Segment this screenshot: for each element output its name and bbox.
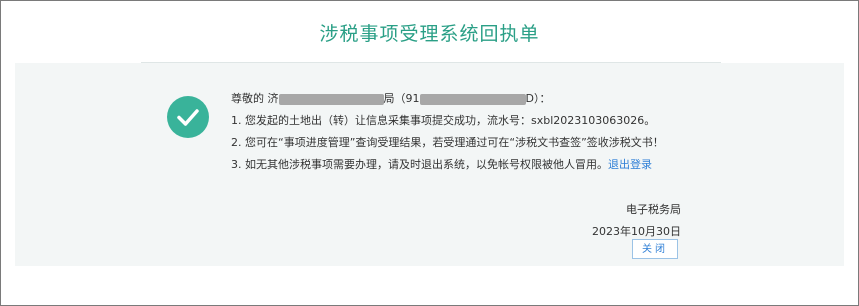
close-button[interactable]: 关闭: [632, 239, 678, 259]
redacted-code: [419, 93, 526, 105]
logout-link[interactable]: 退出登录: [608, 158, 652, 171]
page-title: 涉税事项受理系统回执单: [319, 23, 540, 45]
message-line-3: 3. 如无其他涉税事项需要办理，请及时退出系统，以免帐号权限被他人冒用。退出登录: [231, 158, 652, 171]
redacted-name: [278, 93, 384, 105]
check-circle-icon: [167, 96, 209, 138]
taxpayer-code: （91 D）：: [394, 92, 551, 105]
issuer-name: 电子税务局: [626, 203, 681, 216]
signature-block: 电子税务局 2023年10月30日: [581, 199, 681, 243]
receipt-window: 涉税事项受理系统回执单 尊敬的 济局（91 D）： 1. 您发起的土地出（转）让信…: [0, 0, 859, 306]
taxpayer-name: 济局: [267, 92, 395, 105]
receipt-message: 尊敬的 济局（91 D）： 1. 您发起的土地出（转）让信息采集事项提交成功，流水…: [231, 88, 664, 176]
message-line-1: 1. 您发起的土地出（转）让信息采集事项提交成功，流水号：sxbl2023103…: [231, 114, 656, 127]
greeting-line: 尊敬的 济局（91 D）：: [231, 88, 664, 110]
message-line-2: 2. 您可在“事项进度管理”查询受理结果，若受理通过可在“涉税文书查签”签收涉税…: [231, 136, 664, 149]
greeting-prefix: 尊敬的: [231, 92, 264, 105]
